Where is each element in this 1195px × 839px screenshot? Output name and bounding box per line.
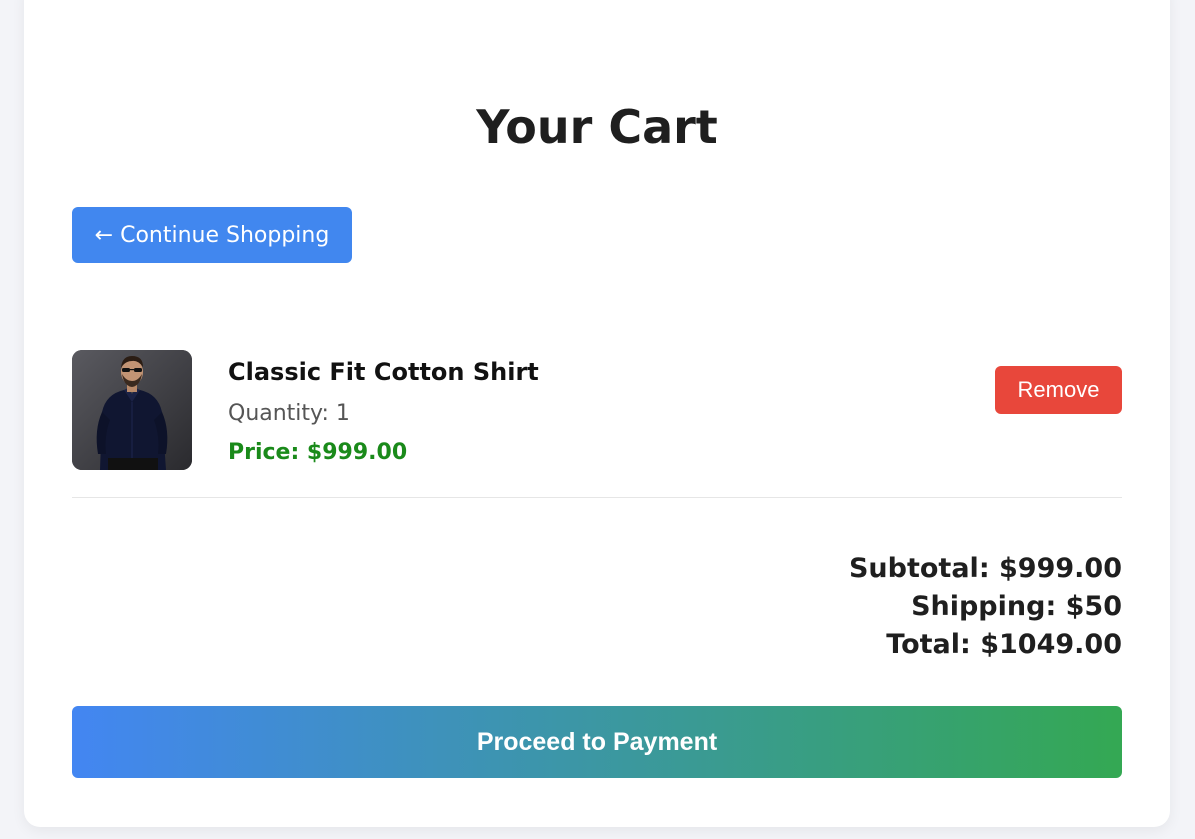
page-title: Your Cart xyxy=(476,100,718,154)
total: Total: $1049.00 xyxy=(886,629,1122,660)
product-quantity: Quantity: 1 xyxy=(228,401,350,426)
remove-item-button[interactable]: Remove xyxy=(995,366,1122,414)
cart-item: Classic Fit Cotton Shirt Quantity: 1 Pri… xyxy=(72,350,1122,498)
product-image xyxy=(72,350,192,470)
subtotal: Subtotal: $999.00 xyxy=(848,553,1122,584)
quantity-label: Quantity: xyxy=(228,401,336,426)
product-name: Classic Fit Cotton Shirt xyxy=(228,358,539,386)
shipping: Shipping: $50 xyxy=(911,591,1122,622)
order-summary: Subtotal: $999.00 Shipping: $50 Total: $… xyxy=(849,550,1122,664)
continue-shopping-button[interactable]: ← Continue Shopping xyxy=(72,207,352,263)
proceed-to-payment-button[interactable]: Proceed to Payment xyxy=(72,706,1122,778)
product-price: Price: $999.00 xyxy=(228,440,408,465)
cart-card: Your Cart ← Continue Shopping Classic Fi… xyxy=(24,0,1170,827)
quantity-value: 1 xyxy=(335,401,350,426)
